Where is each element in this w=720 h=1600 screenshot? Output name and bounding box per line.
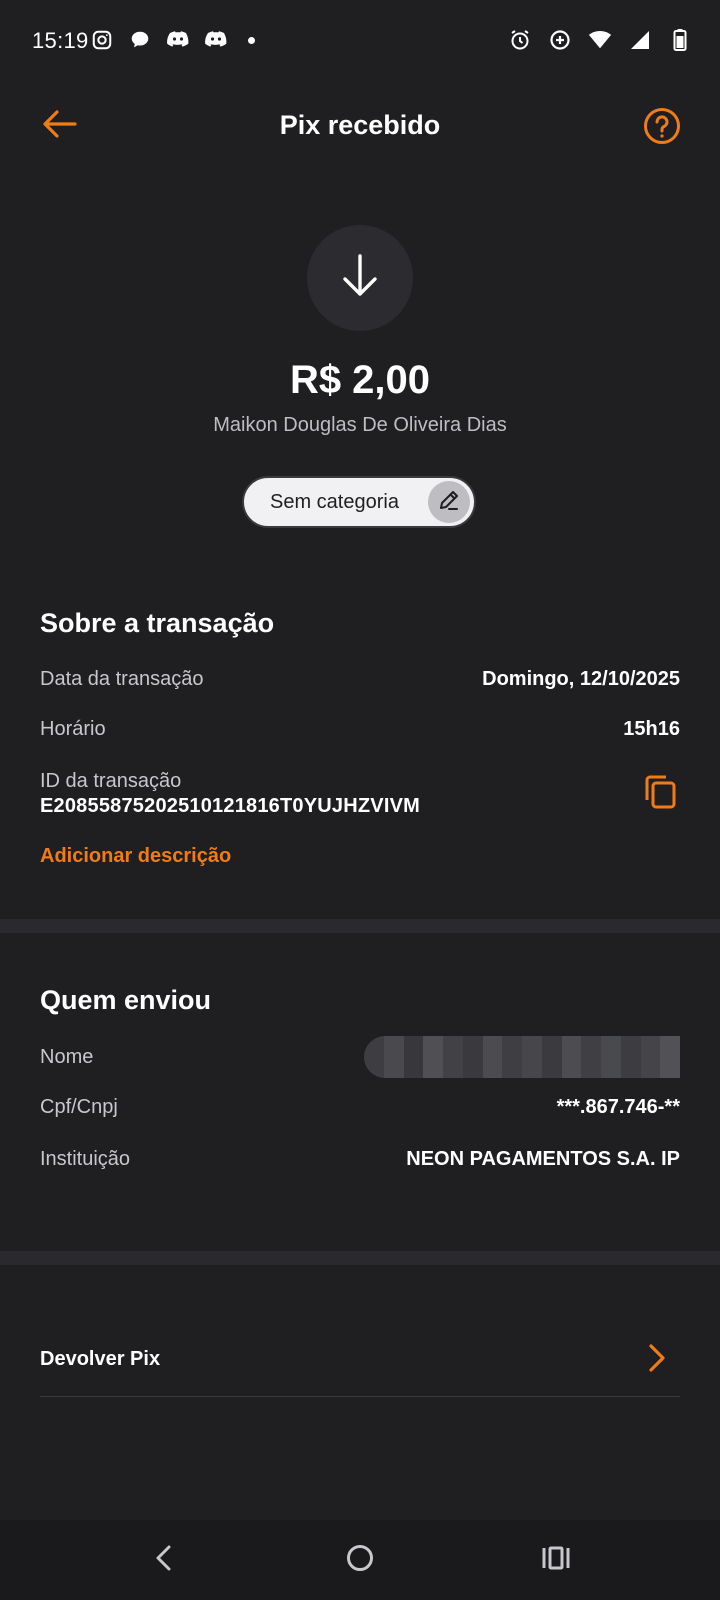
status-time: 15:19 bbox=[32, 28, 89, 53]
transaction-id-value: E20855875202510121816T0YUJHZVIVM bbox=[40, 795, 421, 817]
sender-section-title: Quem enviou bbox=[40, 985, 212, 1015]
system-icons bbox=[508, 28, 692, 52]
chevron-right-icon bbox=[642, 1342, 672, 1374]
alarm-icon bbox=[508, 28, 532, 52]
name-label: Nome bbox=[40, 1046, 94, 1068]
status-bar: 15:19 bbox=[0, 0, 720, 86]
discord-icon bbox=[166, 28, 190, 52]
cpf-cnpj-value: ***.867.746-** bbox=[556, 1096, 680, 1118]
payer-name: Maikon Douglas De Oliveira Dias bbox=[213, 414, 507, 436]
help-circle-icon bbox=[643, 107, 681, 150]
notification-dot bbox=[248, 36, 255, 44]
amount: R$ 2,00 bbox=[289, 358, 431, 402]
copy-id-button[interactable] bbox=[638, 772, 682, 816]
nav-back-button[interactable] bbox=[142, 1538, 186, 1582]
app-bar: Pix recebido bbox=[0, 86, 720, 166]
return-pix-button[interactable]: Devolver Pix bbox=[40, 1320, 680, 1397]
received-indicator bbox=[307, 225, 413, 331]
copy-icon bbox=[642, 773, 678, 816]
transaction-section-title: Sobre a transação bbox=[40, 608, 275, 638]
nav-recents-button[interactable] bbox=[534, 1538, 578, 1582]
category-label: Sem categoria bbox=[270, 490, 399, 513]
data-saver-icon bbox=[548, 28, 572, 52]
help-button[interactable] bbox=[640, 106, 684, 150]
instagram-icon bbox=[90, 28, 114, 52]
date-label: Data da transação bbox=[40, 668, 204, 690]
cpf-cnpj-label: Cpf/Cnpj bbox=[40, 1096, 118, 1118]
institution-value: NEON PAGAMENTOS S.A. IP bbox=[406, 1148, 680, 1170]
signal-icon bbox=[628, 28, 652, 52]
page-title: Pix recebido bbox=[279, 110, 441, 140]
redacted-name bbox=[364, 1036, 680, 1078]
transaction-id-label: ID da transação bbox=[40, 770, 182, 792]
chat-bubble-icon bbox=[128, 28, 152, 52]
nav-home-icon bbox=[345, 1543, 375, 1578]
time-value: 15h16 bbox=[623, 718, 680, 740]
date-value: Domingo, 12/10/2025 bbox=[482, 668, 680, 690]
category-button[interactable]: Sem categoria bbox=[242, 476, 476, 528]
time-label: Horário bbox=[40, 718, 106, 740]
pencil-icon bbox=[437, 488, 461, 517]
nav-home-button[interactable] bbox=[338, 1538, 382, 1582]
section-divider bbox=[0, 1251, 720, 1265]
section-divider bbox=[0, 919, 720, 933]
discord-icon bbox=[204, 28, 228, 52]
system-nav-bar bbox=[0, 1520, 720, 1600]
wifi-icon bbox=[588, 28, 612, 52]
nav-recents-icon bbox=[541, 1545, 571, 1576]
return-pix-label: Devolver Pix bbox=[40, 1348, 161, 1370]
nav-back-icon bbox=[154, 1544, 174, 1577]
institution-label: Instituição bbox=[40, 1148, 131, 1170]
edit-category-button[interactable] bbox=[428, 481, 470, 523]
add-description-link[interactable]: Adicionar descrição bbox=[40, 845, 231, 868]
arrow-down-icon bbox=[338, 252, 382, 305]
notification-icons bbox=[90, 28, 255, 52]
battery-icon bbox=[668, 28, 692, 52]
